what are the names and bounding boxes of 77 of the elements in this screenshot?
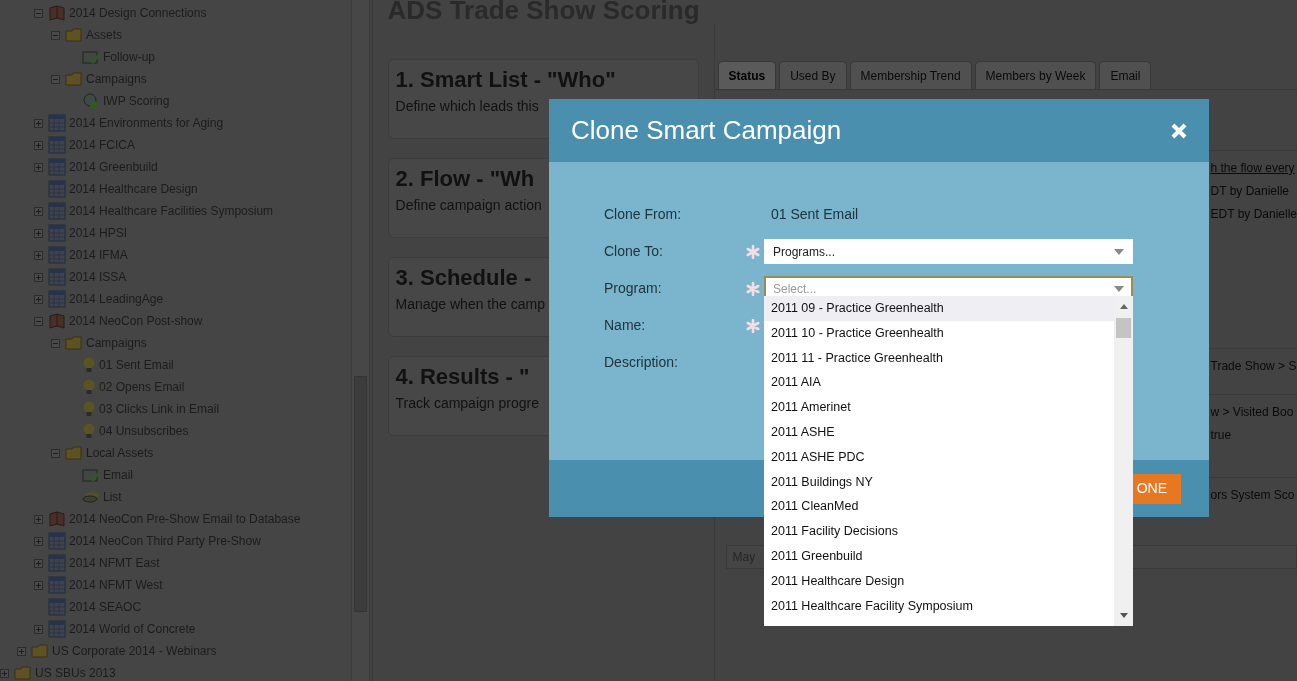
calendar-icon <box>48 246 66 264</box>
email-icon <box>82 49 100 65</box>
tab[interactable]: Used By <box>779 61 847 89</box>
calendar-icon <box>48 268 66 286</box>
calendar-icon <box>48 598 66 616</box>
expand-icon[interactable] <box>34 140 43 150</box>
expand-icon[interactable] <box>34 250 43 260</box>
folder-icon <box>31 643 49 659</box>
field-label: Name: <box>604 316 647 335</box>
calendar-icon <box>48 554 66 572</box>
book-icon <box>48 313 66 329</box>
calendar-icon <box>48 290 66 308</box>
scrollbar[interactable] <box>1114 296 1133 626</box>
folder-icon <box>14 665 32 681</box>
expand-icon[interactable] <box>34 162 43 172</box>
expand-icon[interactable] <box>34 514 43 524</box>
folder-icon <box>65 71 83 87</box>
scroll-up-icon[interactable] <box>1120 304 1128 309</box>
calendar-icon <box>48 202 66 220</box>
expand-icon[interactable] <box>34 624 43 634</box>
calendar-icon <box>48 620 66 638</box>
expand-icon[interactable] <box>34 228 43 238</box>
select-field[interactable]: Programs... <box>764 239 1133 264</box>
calendar-icon <box>48 532 66 550</box>
field-label: Description: <box>604 353 679 372</box>
field-value: 01 Sent Email <box>771 205 859 224</box>
badge-check-icon <box>82 93 100 109</box>
expand-icon[interactable] <box>0 668 9 678</box>
dropdown-option[interactable]: 2011 09 - Practice Greenhealth <box>764 296 1114 321</box>
calendar-icon <box>48 114 66 132</box>
status-text: Trade Show > S <box>1210 358 1297 375</box>
scrollbar-thumb[interactable] <box>1116 318 1131 338</box>
book-icon <box>48 511 66 527</box>
calendar-icon <box>48 180 66 198</box>
calendar-icon <box>48 224 66 242</box>
folder-icon <box>65 335 83 351</box>
status-text: true <box>1210 427 1233 444</box>
expand-icon[interactable] <box>34 558 43 568</box>
tab[interactable]: Members by Week <box>974 61 1097 89</box>
tab[interactable]: Email <box>1099 61 1152 89</box>
scroll-down-icon[interactable] <box>1120 613 1128 618</box>
email-icon <box>82 467 100 483</box>
expand-icon[interactable] <box>34 536 43 546</box>
expand-icon[interactable] <box>34 118 43 128</box>
collapse-icon[interactable] <box>51 74 60 84</box>
folder-icon <box>65 27 83 43</box>
collapse-icon[interactable] <box>51 338 60 348</box>
collapse-icon[interactable] <box>34 316 43 326</box>
clone-button[interactable]: ONE <box>1132 473 1181 504</box>
status-text: DT by Danielle <box>1210 183 1290 200</box>
field-label: Program: <box>604 279 663 298</box>
calendar-icon <box>48 136 66 154</box>
expand-icon[interactable] <box>17 646 26 656</box>
calendar-icon <box>48 158 66 176</box>
lightbulb-icon <box>82 400 96 418</box>
tab[interactable]: Membership Trend <box>849 61 972 89</box>
lightbulb-icon <box>82 378 96 396</box>
folder-icon <box>65 445 83 461</box>
collapse-icon[interactable] <box>34 8 43 18</box>
status-text: EDT by Danielle <box>1210 206 1297 223</box>
collapse-icon[interactable] <box>51 30 60 40</box>
status-text: ors System Sco <box>1210 487 1296 504</box>
caret-icon <box>1114 285 1124 292</box>
lightbulb-icon <box>82 356 96 374</box>
close-icon[interactable] <box>1171 122 1187 139</box>
expand-icon[interactable] <box>34 294 43 304</box>
lightbulb-icon <box>82 422 96 440</box>
caret-icon <box>1114 248 1124 255</box>
calendar-icon <box>48 576 66 594</box>
expand-icon[interactable] <box>34 580 43 590</box>
expand-icon[interactable] <box>34 206 43 216</box>
tab[interactable]: Status <box>717 61 777 89</box>
book-icon <box>48 5 66 21</box>
expand-icon[interactable] <box>34 272 43 282</box>
field-label: Clone From: <box>604 205 683 224</box>
collapse-icon[interactable] <box>51 448 60 458</box>
stack-icon <box>82 490 100 504</box>
